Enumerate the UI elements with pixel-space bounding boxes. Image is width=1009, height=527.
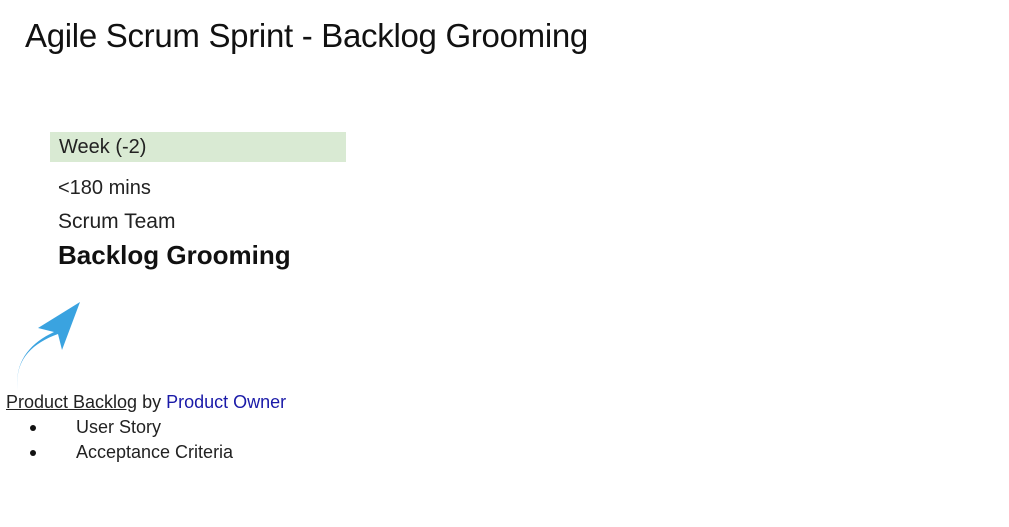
- list-item-text: User Story: [76, 417, 162, 437]
- event-name: Backlog Grooming: [58, 240, 291, 270]
- role-label: Scrum Team: [58, 210, 176, 233]
- slide-title: Agile Scrum Sprint - Backlog Grooming: [25, 17, 588, 54]
- bullet-icon: [30, 425, 36, 431]
- duration-label: <180 mins: [58, 177, 151, 199]
- slide: Agile Scrum Sprint - Backlog Grooming We…: [0, 0, 1009, 527]
- by-text: by: [142, 392, 162, 412]
- product-owner-text: Product Owner: [166, 392, 287, 412]
- week-label: Week (-2): [50, 132, 346, 162]
- product-backlog-line: Product Backlog by Product Owner: [6, 391, 286, 413]
- sprint-event-card: Week (-2) <180 mins Scrum Team Backlog G…: [50, 132, 346, 271]
- list-item-text: Acceptance Criteria: [76, 442, 234, 462]
- curved-up-arrow-icon: [17, 302, 80, 390]
- bullet-icon: [30, 450, 36, 456]
- product-backlog-link[interactable]: Product Backlog: [6, 392, 137, 412]
